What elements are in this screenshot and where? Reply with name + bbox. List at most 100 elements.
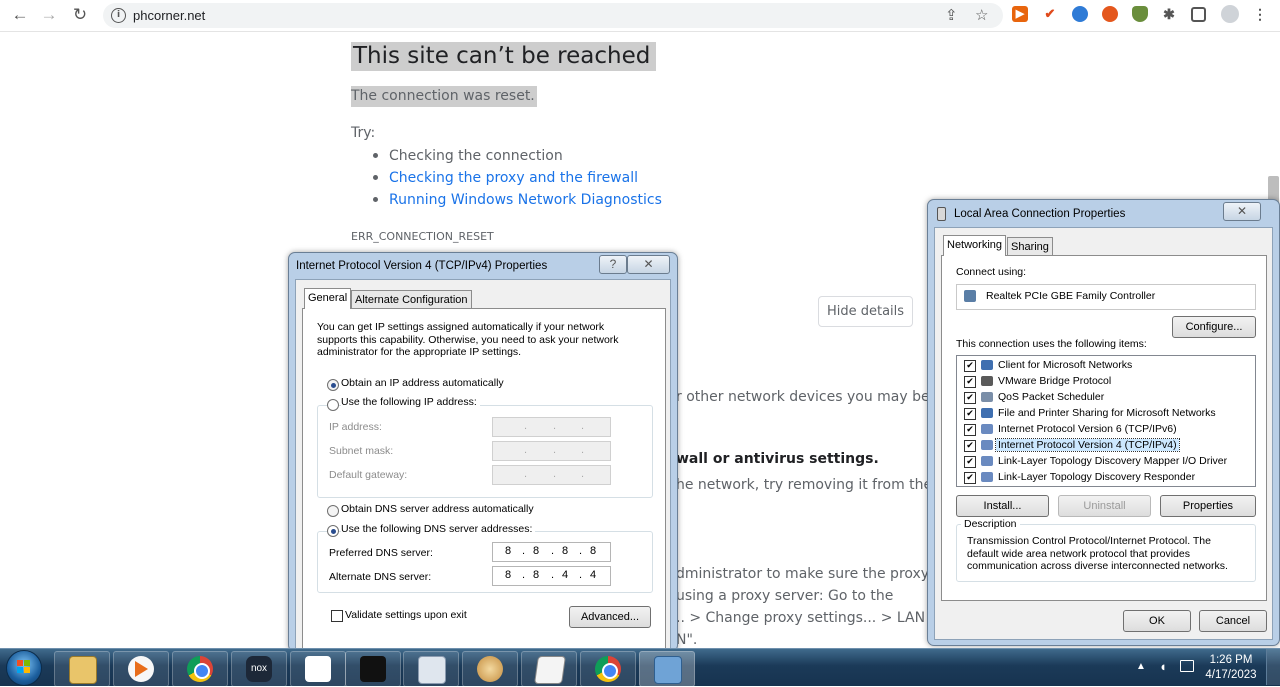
- use-following-ip-radio[interactable]: [327, 399, 339, 411]
- item-checkbox[interactable]: ✔: [964, 376, 976, 388]
- extension-edge-icon[interactable]: [1072, 6, 1088, 22]
- item-checkbox[interactable]: ✔: [964, 408, 976, 420]
- back-arrow-icon[interactable]: ←: [9, 4, 31, 26]
- tab-sharing[interactable]: Sharing: [1007, 237, 1053, 256]
- octet[interactable]: 4: [590, 569, 596, 581]
- item-label[interactable]: Internet Protocol Version 4 (TCP/IPv4): [995, 438, 1180, 452]
- list-item[interactable]: ✔ Client for Microsoft Networks: [959, 358, 1251, 373]
- list-item[interactable]: ✔ Internet Protocol Version 4 (TCP/IPv4): [959, 438, 1251, 453]
- taskbar-paint[interactable]: [462, 651, 518, 687]
- taskbar-app-1[interactable]: [290, 651, 346, 687]
- taskbar-chrome-2[interactable]: [580, 651, 636, 687]
- item-label[interactable]: Client for Microsoft Networks: [996, 359, 1134, 371]
- network-tray-icon[interactable]: [1180, 660, 1194, 672]
- taskbar-media-player[interactable]: [113, 651, 169, 687]
- octet[interactable]: 8: [505, 545, 511, 557]
- suggestion-link-text[interactable]: Checking the proxy and the firewall: [389, 170, 638, 186]
- clock-time[interactable]: 1:26 PM: [1204, 654, 1258, 666]
- help-button[interactable]: ?: [599, 255, 627, 274]
- profile-avatar-icon[interactable]: [1221, 5, 1239, 23]
- bullet-icon: [373, 197, 378, 202]
- taskbar-notepad[interactable]: [521, 651, 577, 687]
- taskbar-explorer[interactable]: [54, 651, 110, 687]
- cancel-button[interactable]: Cancel: [1199, 610, 1267, 632]
- list-item[interactable]: ✔ Link-Layer Topology Discovery Responder: [959, 470, 1251, 485]
- alternate-dns-field[interactable]: 8. 8. 4. 4: [492, 566, 611, 586]
- suggestion-link-text[interactable]: Running Windows Network Diagnostics: [389, 192, 662, 208]
- extension-shield-icon[interactable]: [1132, 6, 1148, 22]
- obtain-dns-auto-label[interactable]: Obtain DNS server address automatically: [341, 503, 534, 515]
- item-label[interactable]: Link-Layer Topology Discovery Mapper I/O…: [996, 455, 1229, 467]
- item-label[interactable]: Internet Protocol Version 6 (TCP/IPv6): [996, 423, 1179, 435]
- volume-icon[interactable]: ◖: [1159, 659, 1167, 674]
- list-item[interactable]: ✔ Link-Layer Topology Discovery Mapper I/…: [959, 454, 1251, 469]
- obtain-ip-auto-label[interactable]: Obtain an IP address automatically: [341, 377, 504, 389]
- item-label[interactable]: Link-Layer Topology Discovery Responder: [996, 471, 1197, 483]
- item-label[interactable]: File and Printer Sharing for Microsoft N…: [996, 407, 1218, 419]
- clock-date[interactable]: 4/17/2023: [1204, 669, 1258, 681]
- octet[interactable]: 4: [562, 569, 568, 581]
- extension-check-icon[interactable]: ✔: [1042, 6, 1058, 22]
- start-orb-icon[interactable]: [6, 650, 42, 686]
- bookmark-star-icon[interactable]: ☆: [975, 6, 988, 24]
- configure-button[interactable]: Configure...: [1172, 316, 1256, 338]
- taskbar-control-panel[interactable]: [639, 651, 695, 687]
- install-button[interactable]: Install...: [956, 495, 1049, 517]
- show-hidden-icons-icon[interactable]: ▲: [1136, 661, 1146, 672]
- taskbar-chrome[interactable]: [172, 651, 228, 687]
- list-item[interactable]: ✔ QoS Packet Scheduler: [959, 390, 1251, 405]
- extension-icon-1[interactable]: ▶: [1012, 6, 1028, 22]
- preferred-dns-field[interactable]: 8. 8. 8. 8: [492, 542, 611, 562]
- suggestion-link[interactable]: Checking the proxy and the firewall: [373, 170, 638, 186]
- list-item[interactable]: ✔ Internet Protocol Version 6 (TCP/IPv6): [959, 422, 1251, 437]
- list-item[interactable]: ✔ VMware Bridge Protocol: [959, 374, 1251, 389]
- use-following-dns-radio[interactable]: [327, 525, 339, 537]
- extension-fire-icon[interactable]: [1102, 6, 1118, 22]
- item-checkbox[interactable]: ✔: [964, 392, 976, 404]
- item-checkbox[interactable]: ✔: [964, 456, 976, 468]
- adapter-name: Realtek PCIe GBE Family Controller: [986, 290, 1156, 302]
- reload-icon[interactable]: ↻: [69, 4, 91, 26]
- address-bar[interactable]: i phcorner.net ⇪ ☆: [103, 3, 1003, 28]
- item-checkbox[interactable]: ✔: [964, 424, 976, 436]
- octet[interactable]: 8: [533, 569, 539, 581]
- share-icon[interactable]: ⇪: [945, 6, 958, 24]
- items-list[interactable]: ✔ Client for Microsoft Networks ✔ VMware Br…: [956, 355, 1256, 487]
- forward-arrow-icon[interactable]: →: [38, 4, 60, 26]
- close-icon[interactable]: ✕: [1223, 202, 1261, 221]
- show-desktop-button[interactable]: [1266, 649, 1280, 685]
- tab-general[interactable]: General: [304, 288, 352, 309]
- tab-alternate-configuration[interactable]: Alternate Configuration: [351, 290, 472, 309]
- taskbar-app-2[interactable]: [345, 651, 401, 687]
- taskbar-nox[interactable]: nox: [231, 651, 287, 687]
- taskbar-calculator[interactable]: [403, 651, 459, 687]
- use-following-dns-label[interactable]: Use the following DNS server addresses:: [341, 523, 536, 535]
- octet[interactable]: 8: [533, 545, 539, 557]
- item-label[interactable]: VMware Bridge Protocol: [996, 375, 1113, 387]
- list-item[interactable]: ✔ File and Printer Sharing for Microsoft …: [959, 406, 1251, 421]
- octet[interactable]: 8: [590, 545, 596, 557]
- item-label[interactable]: QoS Packet Scheduler: [996, 391, 1106, 403]
- use-following-ip-label[interactable]: Use the following IP address:: [341, 396, 480, 408]
- site-info-icon[interactable]: i: [111, 8, 126, 23]
- obtain-ip-auto-radio[interactable]: [327, 379, 339, 391]
- suggestion-link[interactable]: Running Windows Network Diagnostics: [373, 192, 662, 208]
- item-checkbox[interactable]: ✔: [964, 472, 976, 484]
- properties-button[interactable]: Properties: [1160, 495, 1256, 517]
- tab-networking[interactable]: Networking: [943, 235, 1007, 256]
- address-url[interactable]: phcorner.net: [133, 8, 205, 23]
- validate-checkbox[interactable]: [331, 610, 343, 622]
- advanced-button[interactable]: Advanced...: [569, 606, 651, 628]
- obtain-dns-auto-radio[interactable]: [327, 505, 339, 517]
- extensions-puzzle-icon[interactable]: ✱: [1161, 6, 1177, 22]
- octet[interactable]: 8: [562, 545, 568, 557]
- close-icon[interactable]: ✕: [627, 255, 670, 274]
- menu-dots-icon[interactable]: ⋮: [1252, 6, 1268, 22]
- hide-details-button[interactable]: Hide details: [818, 296, 913, 327]
- ok-button[interactable]: OK: [1123, 610, 1191, 632]
- validate-label[interactable]: Validate settings upon exit: [345, 609, 467, 621]
- item-checkbox[interactable]: ✔: [964, 440, 976, 452]
- item-checkbox[interactable]: ✔: [964, 360, 976, 372]
- octet[interactable]: 8: [505, 569, 511, 581]
- side-panel-icon[interactable]: [1191, 7, 1206, 22]
